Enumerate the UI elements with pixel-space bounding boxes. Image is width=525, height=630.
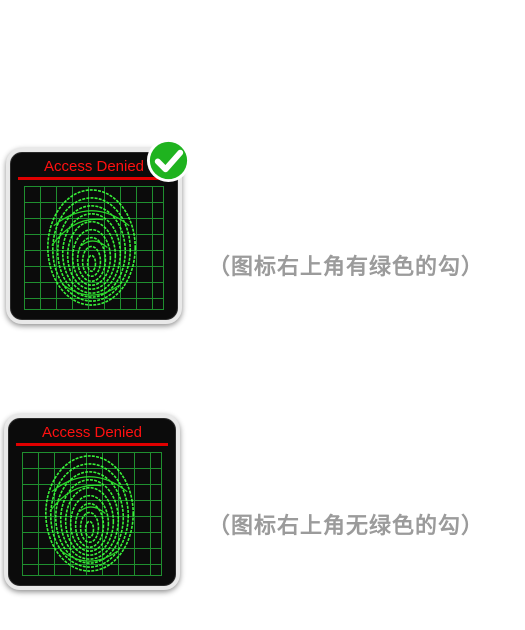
item-caption: （图标右上角无绿色的勾） [208, 514, 485, 539]
fingerprint-icon [45, 455, 134, 572]
scan-grid [24, 186, 164, 310]
fingerprint-icon [47, 189, 136, 306]
title-underline [16, 443, 168, 446]
scan-grid [22, 452, 162, 576]
check-icon [146, 138, 191, 183]
fingerprint-app-icon-unchecked[interactable]: Access Denied [4, 414, 180, 590]
item-caption: （图标右上角有绿色的勾） [208, 255, 485, 280]
card-title: Access Denied [41, 424, 143, 441]
